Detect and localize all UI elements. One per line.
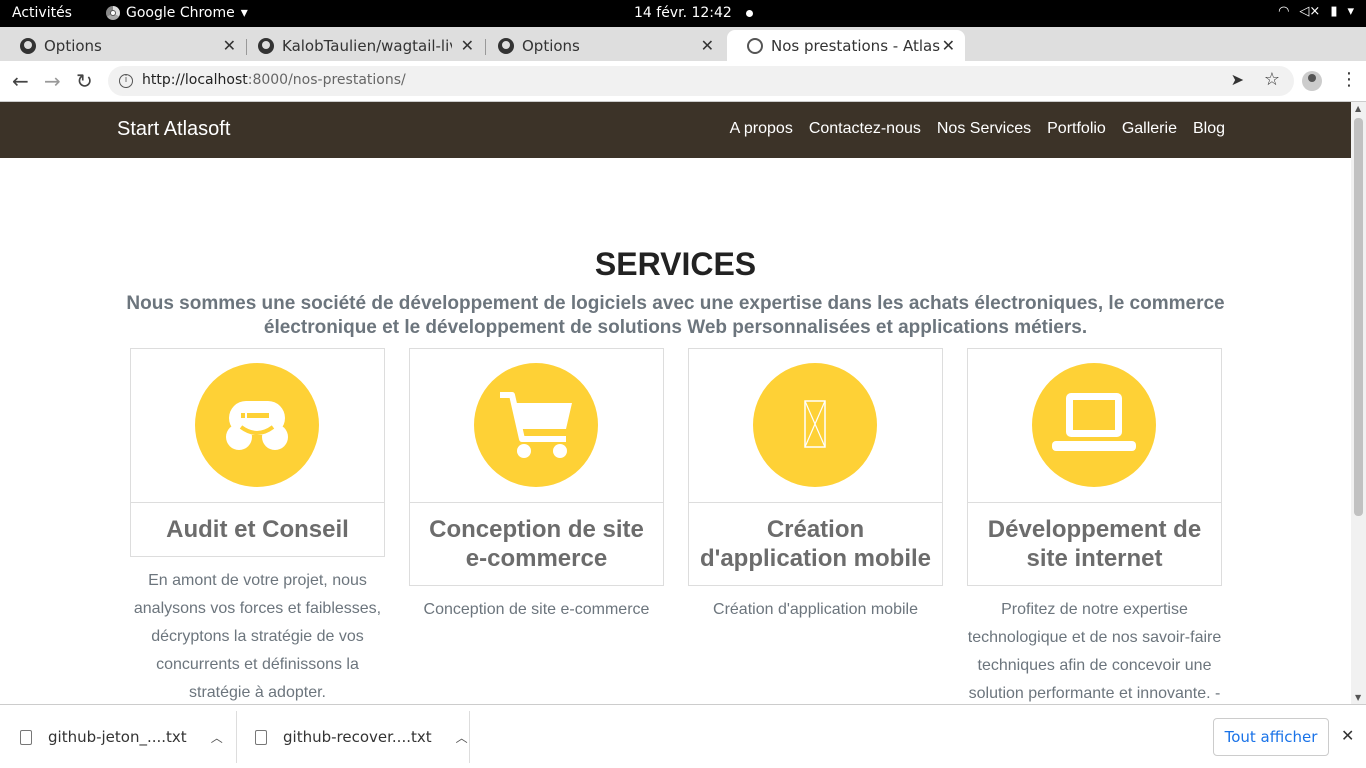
service-icon-box: [130, 348, 385, 502]
service-icon-box: [967, 348, 1222, 502]
file-icon: [255, 729, 267, 745]
site-menu: A propos Contactez-nous Nos Services Por…: [730, 120, 1225, 138]
tab-options-2[interactable]: Options ✕: [478, 30, 724, 61]
info-icon[interactable]: i: [119, 74, 133, 88]
service-description: Création d'application mobile: [713, 601, 918, 618]
chevron-up-icon[interactable]: ︿: [456, 729, 468, 746]
close-icon[interactable]: ✕: [461, 36, 474, 55]
services-subheading: Nous sommes une société de développement…: [126, 293, 1225, 338]
tab-title: KalobTaulien/wagtail-live: [282, 36, 452, 55]
service-card-audit: Audit et Conseil En amont de votre proje…: [130, 348, 385, 704]
volume-muted-icon: ◁×: [1299, 4, 1321, 19]
shopping-cart-icon: [474, 363, 598, 487]
service-description: Conception de site e-commerce: [423, 601, 650, 618]
service-icon-box: [409, 348, 664, 502]
tab-title: Options: [44, 36, 102, 55]
file-icon: [20, 729, 32, 745]
service-title: Développement de site internet: [967, 502, 1222, 586]
mobile-placeholder-icon: [753, 363, 877, 487]
download-item[interactable]: github-recover....txt ︿: [237, 711, 470, 763]
github-icon: [498, 37, 514, 54]
download-shelf: github-jeton_....txt ︿ github-recover...…: [0, 704, 1366, 768]
scroll-up-arrow-icon[interactable]: ▲: [1355, 104, 1361, 113]
nav-link-blog[interactable]: Blog: [1193, 120, 1225, 138]
service-icon-box: [688, 348, 943, 502]
download-filename: github-jeton_....txt: [48, 728, 187, 746]
service-card-ecommerce: Conception de site e-commerce Conception…: [409, 348, 664, 624]
nav-link-gallerie[interactable]: Gallerie: [1122, 120, 1177, 138]
app-name: Google Chrome: [126, 5, 235, 21]
forward-button[interactable]: →: [44, 69, 61, 93]
tab-nos-prestations[interactable]: Nos prestations - Atlas RD ✕: [727, 30, 965, 61]
nav-link-portfolio[interactable]: Portfolio: [1047, 120, 1106, 138]
profile-avatar[interactable]: [1302, 71, 1322, 91]
page-viewport: Start Atlasoft A propos Contactez-nous N…: [0, 102, 1351, 704]
close-icon[interactable]: ✕: [1341, 726, 1354, 745]
laptop-icon: [1032, 363, 1156, 487]
notification-dot-icon: [746, 10, 753, 17]
show-all-downloads-button[interactable]: Tout afficher: [1213, 718, 1329, 756]
site-navbar: Start Atlasoft A propos Contactez-nous N…: [0, 102, 1351, 158]
clock[interactable]: 14 févr. 12:42: [634, 5, 732, 21]
app-menu[interactable]: Google Chrome ▾: [106, 5, 248, 21]
address-bar[interactable]: i http://localhost:8000/nos-prestations/…: [108, 66, 1294, 96]
download-filename: github-recover....txt: [283, 728, 432, 746]
browser-toolbar: ← → ↻ i http://localhost:8000/nos-presta…: [0, 61, 1366, 102]
url-path: :8000/nos-prestations/: [247, 72, 406, 88]
tab-title: Options: [522, 36, 580, 55]
service-description: En amont de votre projet, nous analysons…: [133, 572, 382, 701]
service-description: Profitez de notre expertise technologiqu…: [967, 601, 1222, 702]
close-icon[interactable]: ✕: [942, 36, 955, 55]
nav-link-contact[interactable]: Contactez-nous: [809, 120, 921, 138]
service-title: Création d'application mobile: [688, 502, 943, 586]
chevron-down-icon: ▾: [240, 5, 248, 21]
service-card-mobile: Création d'application mobile Création d…: [688, 348, 943, 624]
chrome-icon: [106, 6, 120, 20]
wifi-icon: ◠: [1278, 4, 1290, 19]
github-icon: [20, 37, 36, 54]
chevron-up-icon[interactable]: ︿: [211, 729, 223, 746]
bookmark-star-icon[interactable]: ☆: [1264, 69, 1280, 90]
back-button[interactable]: ←: [12, 69, 29, 93]
reload-button[interactable]: ↻: [76, 69, 93, 93]
url-text[interactable]: http://localhost:8000/nos-prestations/: [142, 72, 406, 88]
close-icon[interactable]: ✕: [701, 36, 714, 55]
send-icon[interactable]: ➤: [1231, 70, 1244, 89]
activities-button[interactable]: Activités: [12, 5, 72, 21]
nav-link-services[interactable]: Nos Services: [937, 120, 1031, 138]
system-top-bar: Activités Google Chrome ▾ 14 févr. 12:42…: [0, 0, 1366, 27]
scrollbar-thumb[interactable]: [1354, 118, 1363, 516]
site-brand[interactable]: Start Atlasoft: [117, 118, 230, 141]
kebab-menu-icon[interactable]: ⋮: [1340, 69, 1358, 90]
page-scrollbar[interactable]: ▲ ▼: [1351, 102, 1366, 704]
download-item[interactable]: github-jeton_....txt ︿: [0, 711, 237, 763]
scroll-down-arrow-icon[interactable]: ▼: [1355, 693, 1361, 702]
tab-title: Nos prestations - Atlas RD: [771, 36, 943, 55]
globe-icon: [747, 37, 763, 54]
tab-wagtail-live[interactable]: KalobTaulien/wagtail-live ✕: [238, 30, 484, 61]
service-title: Audit et Conseil: [130, 502, 385, 557]
url-host: http://localhost: [142, 72, 248, 88]
battery-icon: ▮: [1330, 4, 1338, 19]
tab-strip: Options ✕ KalobTaulien/wagtail-live ✕ Op…: [0, 27, 1366, 83]
github-icon: [258, 37, 274, 54]
service-card-website: Développement de site internet Profitez …: [967, 348, 1222, 704]
system-status-area[interactable]: ◠ ◁× ▮ ▾: [1278, 4, 1354, 19]
nav-link-a-propos[interactable]: A propos: [730, 120, 793, 138]
tab-options-1[interactable]: Options ✕: [0, 30, 246, 61]
service-title: Conception de site e-commerce: [409, 502, 664, 586]
close-icon[interactable]: ✕: [223, 36, 236, 55]
wpbeginner-icon: [195, 363, 319, 487]
services-heading: SERVICES: [594, 246, 757, 282]
chevron-down-icon: ▾: [1347, 4, 1354, 19]
